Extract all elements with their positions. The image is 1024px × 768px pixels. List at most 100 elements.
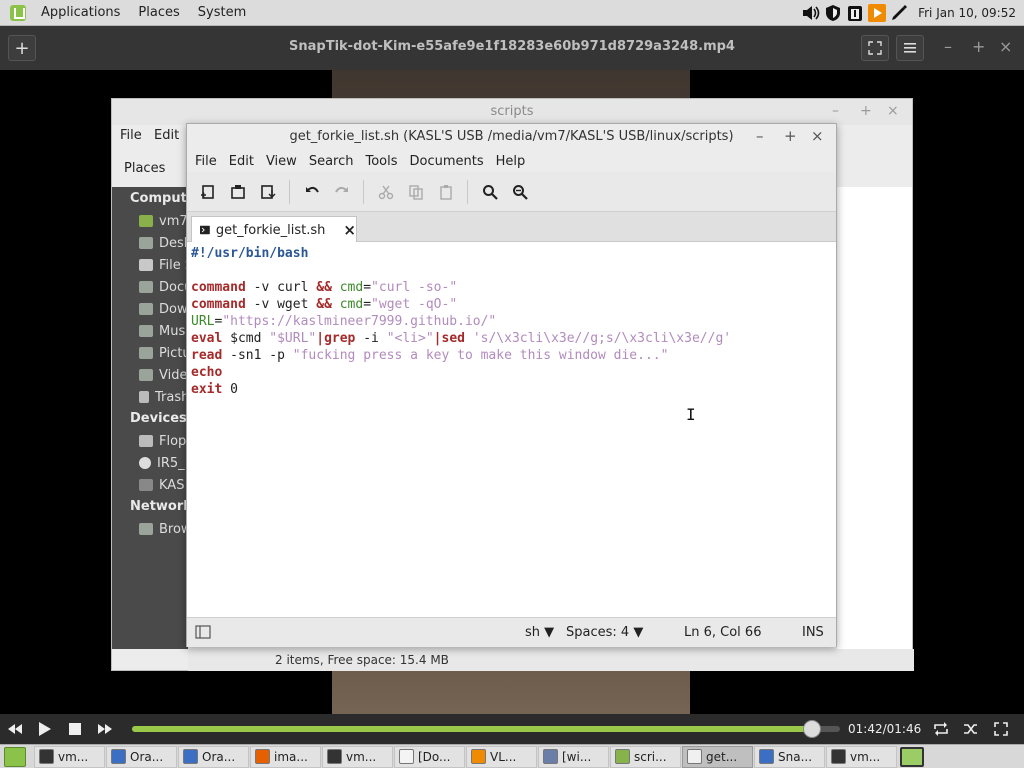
fm-file-view[interactable] (837, 187, 912, 649)
paste-button[interactable] (435, 181, 457, 203)
side-panel-icon (195, 625, 211, 639)
taskbar-item[interactable]: Ora... (106, 745, 177, 768)
menu-documents[interactable]: Documents (404, 154, 490, 169)
sidebar-item-trash[interactable]: Trash (139, 387, 188, 407)
tab-get-forkie-list[interactable]: get_forkie_list.sh × (191, 216, 357, 243)
editor-close-button[interactable]: × (811, 127, 824, 145)
rewind-button[interactable] (0, 714, 30, 744)
shuffle-button[interactable] (956, 714, 986, 744)
expand-icon (868, 41, 882, 55)
seek-handle[interactable] (802, 720, 821, 738)
language-selector[interactable]: sh ▼ (525, 625, 554, 640)
clipboard-icon[interactable] (846, 4, 864, 22)
taskbar-item-label: vm... (58, 749, 89, 764)
menu-tools[interactable]: Tools (359, 154, 403, 169)
shield-icon[interactable] (824, 4, 842, 22)
editor-minimize-button[interactable]: – (756, 127, 764, 145)
menu-help[interactable]: Help (490, 154, 532, 169)
forward-button[interactable] (90, 714, 120, 744)
sidebar-item-floppy[interactable]: Flop (139, 431, 186, 451)
sidebar-item-documents[interactable]: Docu (139, 277, 188, 297)
fm-minimize-button[interactable]: – (832, 103, 839, 119)
taskbar-item[interactable]: vm... (34, 745, 105, 768)
side-panel-toggle[interactable] (195, 624, 211, 644)
fm-close-button[interactable]: × (887, 103, 899, 119)
sidebar-item-browse-network[interactable]: Brow (139, 519, 188, 539)
fm-places-label[interactable]: Places (124, 161, 165, 176)
fm-menu-file[interactable]: File (120, 128, 142, 143)
menu-applications[interactable]: Applications (32, 5, 129, 20)
sidebar-item-music[interactable]: Mus (139, 321, 185, 341)
taskbar-item[interactable]: Ora... (178, 745, 249, 768)
fm-menu-edit[interactable]: Edit (154, 128, 179, 143)
play-button[interactable] (30, 714, 60, 744)
player-menu-button[interactable] (896, 35, 924, 61)
volume-icon[interactable] (802, 4, 820, 22)
vlc-tray-icon[interactable] (868, 4, 887, 22)
menu-places[interactable]: Places (129, 5, 188, 20)
taskbar-item[interactable]: VL... (466, 745, 537, 768)
player-minimize-button[interactable]: – (944, 37, 952, 56)
sidebar-item-downloads[interactable]: Dow (139, 299, 188, 319)
sidebar-item-filesystem[interactable]: File S (139, 255, 188, 275)
taskbar-item[interactable]: vm... (826, 745, 897, 768)
pen-icon[interactable] (890, 4, 908, 22)
show-desktop-icon[interactable] (4, 746, 26, 767)
menu-file[interactable]: File (189, 154, 223, 169)
open-file-button[interactable] (227, 181, 249, 203)
taskbar-item[interactable]: ima... (250, 745, 321, 768)
taskbar-item-label: [Do... (418, 749, 451, 764)
fullscreen-toggle-button[interactable] (986, 714, 1016, 744)
menu-search[interactable]: Search (303, 154, 360, 169)
cut-icon (378, 185, 394, 200)
forward-icon (98, 724, 112, 734)
player-close-button[interactable]: × (999, 37, 1012, 56)
sidebar-item-pictures[interactable]: Pictu (139, 343, 188, 363)
loop-button[interactable] (926, 714, 956, 744)
code-line-1: #!/usr/bin/bash (191, 246, 309, 261)
taskbar-item[interactable]: [wi... (538, 745, 609, 768)
fm-status-bar: 2 items, Free space: 15.4 MB (188, 649, 914, 671)
taskbar-item[interactable]: Sna... (754, 745, 825, 768)
clock[interactable]: Fri Jan 10, 09:52 (918, 6, 1016, 20)
taskbar-item[interactable]: scri... (610, 745, 681, 768)
taskbar-item[interactable]: get... (682, 745, 753, 768)
code-line-9: exit 0 (191, 382, 238, 397)
taskbar-item-label: scri... (634, 749, 667, 764)
menu-system[interactable]: System (189, 5, 255, 20)
find-replace-button[interactable] (509, 181, 531, 203)
fm-maximize-button[interactable]: + (860, 103, 872, 119)
tab-width-selector[interactable]: Spaces: 4 ▼ (566, 625, 643, 640)
menu-view[interactable]: View (260, 154, 303, 169)
seek-bar[interactable] (132, 720, 840, 738)
player-maximize-button[interactable]: + (972, 37, 985, 56)
workspace-switcher-icon[interactable] (900, 746, 924, 767)
cut-button[interactable] (375, 181, 397, 203)
sidebar-item-usb[interactable]: KAS (139, 475, 184, 495)
copy-button[interactable] (405, 181, 427, 203)
undo-button[interactable] (301, 181, 323, 203)
toolbar-separator (467, 180, 468, 204)
save-file-button[interactable] (257, 181, 279, 203)
sidebar-item-desktop[interactable]: Desk (139, 233, 188, 253)
stop-button[interactable] (60, 714, 90, 744)
find-button[interactable] (479, 181, 501, 203)
code-editor[interactable]: #!/usr/bin/bash command -v curl && cmd="c… (187, 242, 836, 615)
new-file-button[interactable] (197, 181, 219, 203)
sidebar-item-videos[interactable]: Vide (139, 365, 187, 385)
fullscreen-button[interactable] (861, 35, 889, 61)
taskbar-item[interactable]: [Do... (394, 745, 465, 768)
sidebar-item-cdrom[interactable]: IR5_ (139, 453, 185, 473)
editor-tab-row: get_forkie_list.sh × (187, 212, 836, 243)
insert-mode[interactable]: INS (802, 625, 824, 640)
tab-close-button[interactable]: × (343, 221, 356, 239)
mint-logo-icon[interactable] (10, 4, 26, 21)
taskbar-item[interactable]: vm... (322, 745, 393, 768)
menu-edit[interactable]: Edit (223, 154, 260, 169)
redo-button[interactable] (331, 181, 353, 203)
code-line-8: echo (191, 365, 223, 380)
editor-maximize-button[interactable]: + (784, 127, 797, 145)
seek-progress (132, 726, 812, 732)
top-panel: Applications Places System Fri Jan 10, 0… (0, 0, 1024, 26)
sidebar-item-vm7[interactable]: vm7 (139, 211, 188, 231)
